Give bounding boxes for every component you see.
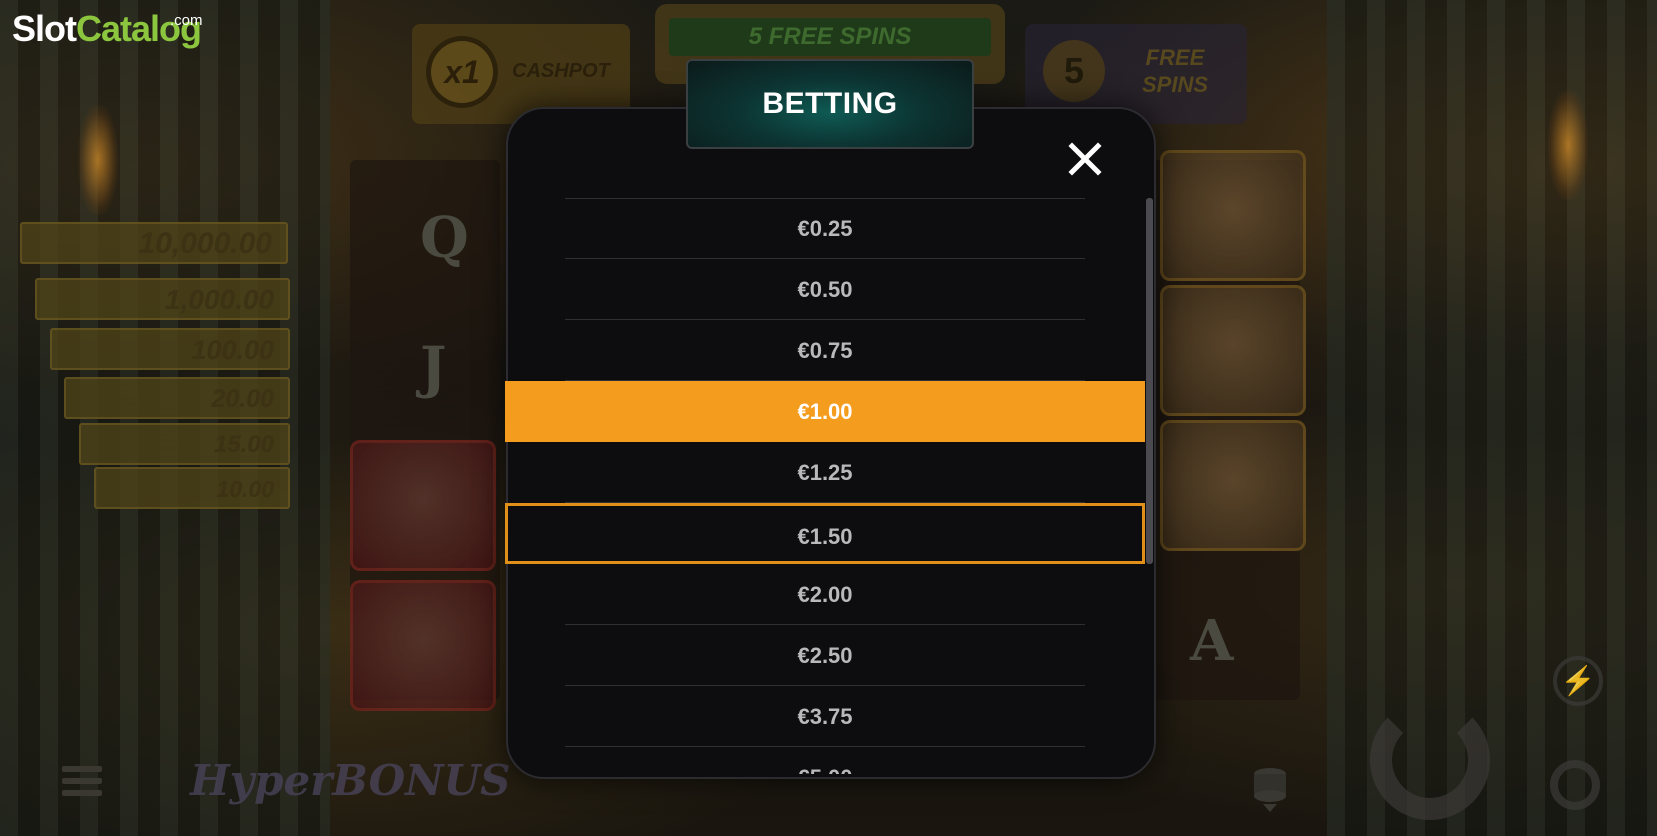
bet-options-list[interactable]: €0.25 €0.50 €0.75 €1.00 €1.25 €1.50 €2.00 €2.50… xyxy=(505,198,1145,774)
right-curtain xyxy=(1327,0,1657,836)
symbol-elf-portrait xyxy=(1160,285,1306,416)
free-spins-count: 5 xyxy=(1043,40,1105,102)
free-spins-label: FREE SPINS xyxy=(1125,44,1225,98)
free-spins-label-line2: SPINS xyxy=(1141,72,1209,97)
jackpot-tier-3: 100.00 xyxy=(50,328,290,370)
turbo-lightning-icon[interactable]: ⚡ xyxy=(1553,656,1603,706)
bet-option[interactable]: €3.75 xyxy=(505,686,1145,747)
right-lamp xyxy=(1548,90,1588,200)
spin-button-icon[interactable] xyxy=(1370,700,1490,820)
jackpot-tier-6: 10.00 xyxy=(94,467,290,509)
symbol-goblin-portrait xyxy=(350,440,496,571)
left-lamp xyxy=(78,105,118,215)
site-watermark-logo: SlotCatalog .com xyxy=(12,8,203,50)
jackpot-tier-4: 20.00 xyxy=(64,377,290,419)
jackpot-tier-1: 10,000.00 xyxy=(20,222,288,264)
site-logo-part1: Slot xyxy=(12,8,77,49)
bet-option[interactable]: €0.75 xyxy=(505,320,1145,381)
coins-stack-icon[interactable] xyxy=(1252,766,1288,812)
modal-title: BETTING xyxy=(686,59,974,149)
autoplay-icon[interactable] xyxy=(1550,760,1600,810)
menu-icon[interactable] xyxy=(62,766,102,798)
bet-option[interactable]: €0.50 xyxy=(505,259,1145,320)
close-icon[interactable] xyxy=(1066,140,1104,178)
bet-option[interactable]: €5.00 xyxy=(505,747,1145,774)
bet-option[interactable]: €0.25 xyxy=(505,198,1145,259)
bet-option[interactable]: €1.25 xyxy=(505,442,1145,503)
jackpot-tier-5: 15.00 xyxy=(79,423,290,465)
cashpot-multiplier: x1 xyxy=(426,36,498,108)
bet-option[interactable]: €2.50 xyxy=(505,625,1145,686)
symbol-goblin-portrait xyxy=(350,580,496,711)
symbol-j: J xyxy=(420,335,447,401)
jackpot-tier-2: 1,000.00 xyxy=(35,278,290,320)
symbol-q: Q xyxy=(420,205,469,271)
bet-option-selected[interactable]: €1.00 xyxy=(505,381,1145,442)
cashpot-label: CASHPOT xyxy=(512,60,610,82)
bet-option[interactable]: €1.50 xyxy=(505,503,1145,564)
free-spins-banner-text: 5 FREE SPINS xyxy=(669,18,991,56)
symbol-elf-portrait xyxy=(1160,420,1306,551)
site-logo-suffix: .com xyxy=(170,12,203,29)
hyper-bonus-logo: HyperBONUS xyxy=(190,756,511,805)
free-spins-label-line1: FREE xyxy=(1145,45,1205,70)
bet-option[interactable]: €2.00 xyxy=(505,564,1145,625)
symbol-elf-portrait xyxy=(1160,150,1306,281)
bet-list-scrollbar[interactable] xyxy=(1146,198,1153,564)
symbol-a: A xyxy=(1190,608,1234,674)
